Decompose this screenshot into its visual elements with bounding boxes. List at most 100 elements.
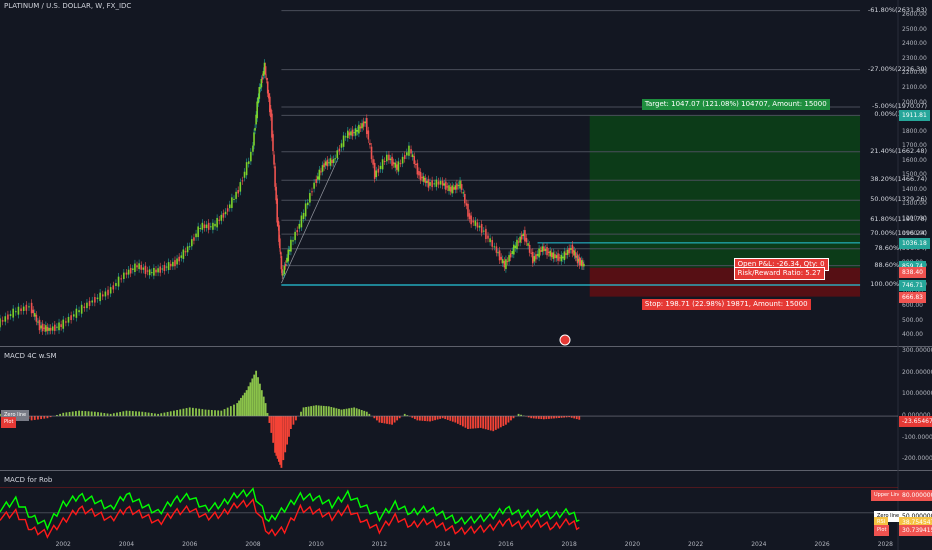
candle-body — [144, 265, 147, 274]
macd-tick-0: 300.000000 — [902, 347, 932, 355]
candle-body — [531, 251, 534, 264]
candle-body — [56, 326, 58, 328]
candle-body — [336, 150, 339, 159]
candle-body — [372, 159, 374, 165]
candle-body — [109, 287, 112, 294]
price-tick-1400: 1400.00 — [902, 185, 927, 193]
candle-body — [300, 215, 303, 228]
macd-bar — [264, 403, 267, 417]
candle-body — [342, 135, 345, 147]
rob-tag-name-3: Plot — [874, 525, 890, 536]
candle-body — [275, 186, 277, 201]
macd-bar — [100, 412, 103, 417]
candle-body — [266, 81, 269, 94]
macd-bar — [353, 407, 356, 417]
x-tick-2022: 2022 — [687, 541, 704, 548]
candle-body — [283, 265, 286, 275]
macd-bar — [125, 410, 128, 417]
candle-body — [410, 149, 412, 154]
macd-bar — [280, 416, 283, 468]
x-tick-2026: 2026 — [814, 541, 830, 548]
price-tick-2100: 2100.00 — [902, 84, 927, 92]
candle-body — [254, 127, 256, 131]
macd-bar — [403, 413, 406, 417]
macd-bar — [398, 416, 401, 419]
price-tag-5: 666.83 — [899, 291, 926, 303]
macd-bar — [540, 416, 543, 420]
candle-body — [161, 268, 164, 270]
candle-body — [508, 255, 510, 262]
macd-tick-2: 100.000000 — [902, 390, 932, 398]
macd-bar — [68, 411, 71, 417]
candle-body — [17, 306, 20, 315]
x-tick-2028: 2028 — [877, 541, 893, 548]
macd-bar — [226, 407, 229, 417]
candle-body — [184, 251, 187, 253]
macd-bar — [365, 411, 368, 417]
candle-body — [86, 302, 88, 309]
candle-body — [576, 254, 579, 264]
macd-bar — [464, 416, 467, 428]
candle-body — [287, 249, 290, 262]
macd-bar — [198, 408, 201, 417]
price-tick-400: 400.00 — [902, 331, 923, 339]
candle-body — [464, 193, 466, 204]
macd-bar — [173, 410, 175, 417]
x-tick-2010: 2010 — [308, 541, 324, 548]
macd-bar — [530, 416, 533, 419]
candle-body — [394, 162, 397, 168]
macd-bar — [449, 416, 452, 421]
macd-bar — [259, 383, 261, 417]
x-tick-2012: 2012 — [371, 541, 388, 548]
candle-body — [462, 192, 465, 194]
candle-body — [22, 306, 25, 311]
macd-bar — [348, 408, 350, 417]
candle-body — [214, 223, 216, 227]
price-tick-1500: 1500.00 — [902, 171, 927, 179]
macd-bar — [454, 416, 457, 423]
macd-bar — [305, 406, 307, 417]
macd-bar — [191, 407, 194, 417]
candle-body — [138, 263, 140, 270]
candle-body — [134, 263, 136, 272]
macd-bar — [439, 416, 442, 419]
candle-body — [273, 154, 275, 165]
price-tag-0: 1911.81 — [899, 110, 930, 122]
candle-body — [419, 171, 422, 181]
candle-body — [218, 219, 221, 221]
macd-bar — [482, 416, 485, 429]
chart-root: { "title": "PLATINUM / U.S. DOLLAR, W, F… — [0, 0, 932, 550]
candle-body — [549, 250, 551, 257]
candle-body — [452, 187, 455, 190]
candle-body — [309, 193, 311, 203]
candle-body — [456, 183, 458, 190]
macd-bar — [240, 397, 242, 417]
candle-body — [201, 222, 204, 230]
candle-body — [370, 146, 373, 160]
macd-bar — [62, 412, 65, 417]
candle-body — [284, 264, 287, 267]
candle-body — [347, 130, 349, 139]
candle-body — [441, 180, 444, 186]
candle-body — [554, 254, 556, 259]
macd-bar — [243, 392, 246, 417]
price-tick-2000: 2000.00 — [902, 98, 927, 106]
candle-body — [104, 291, 107, 297]
price-tick-2200: 2200.00 — [902, 69, 927, 77]
macd-bar — [474, 416, 477, 429]
candle-body — [324, 161, 327, 166]
macd-bar — [537, 416, 540, 419]
candle-body — [51, 326, 54, 331]
candle-body — [446, 186, 449, 188]
macd-bar — [176, 410, 178, 417]
candle-body — [565, 253, 567, 255]
macd-bar — [247, 386, 250, 417]
macd-bar — [340, 409, 343, 417]
candle-body — [522, 233, 525, 236]
candle-body — [146, 270, 149, 272]
candle-body — [260, 79, 263, 88]
x-tick-2020: 2020 — [624, 541, 641, 548]
macd-bar — [378, 416, 381, 423]
macd-bar — [241, 395, 244, 417]
macd-bar — [424, 416, 426, 422]
